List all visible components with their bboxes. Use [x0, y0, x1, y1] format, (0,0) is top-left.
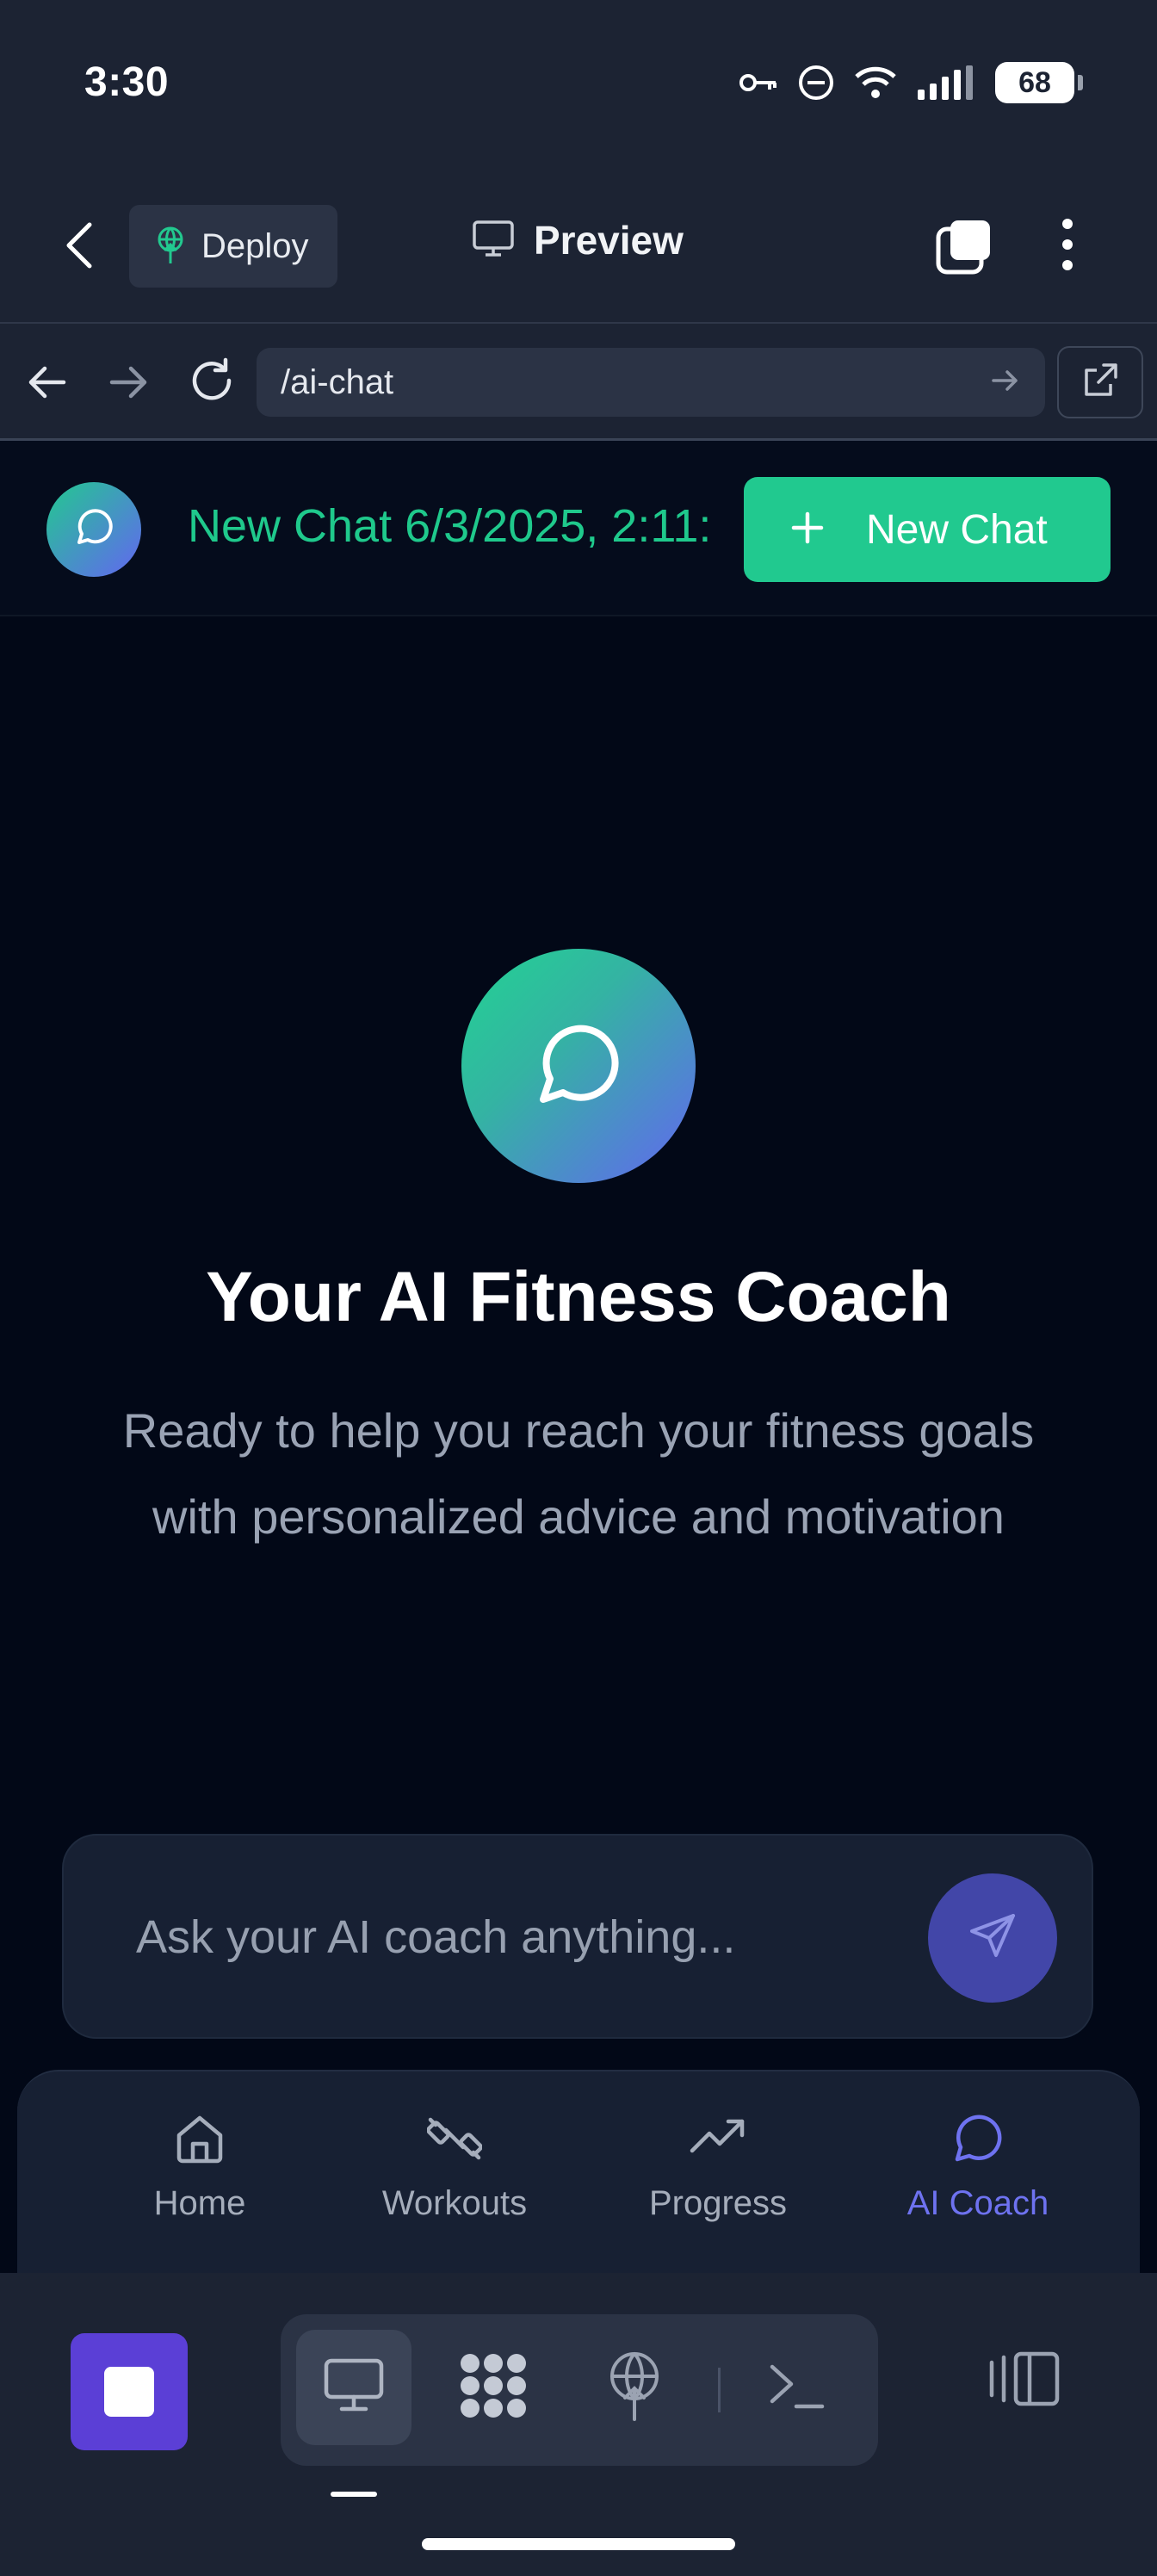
url-field[interactable]: /ai-chat — [257, 348, 1045, 417]
status-bar: 3:30 68 — [0, 0, 1157, 172]
chat-avatar — [46, 482, 141, 577]
chat-header: New Chat 6/3/2025, 2:11: New Chat — [0, 441, 1157, 616]
home-icon — [172, 2111, 227, 2170]
dock-terminal-button[interactable] — [739, 2330, 854, 2445]
stop-icon — [104, 2367, 154, 2417]
hero-subtitle: Ready to help you reach your fitness goa… — [122, 1403, 1035, 1544]
dock-group — [281, 2314, 878, 2466]
dock-active-indicator — [331, 2492, 377, 2497]
nav-item-progress[interactable]: Progress — [615, 2111, 821, 2223]
hero-chat-icon — [461, 949, 696, 1183]
trending-up-icon — [689, 2111, 747, 2170]
home-indicator — [422, 2538, 735, 2550]
send-icon — [967, 1910, 1018, 1966]
send-button[interactable] — [928, 1873, 1057, 2003]
new-chat-button[interactable]: New Chat — [744, 477, 1111, 582]
chat-input[interactable] — [136, 1894, 928, 1980]
tabs-button[interactable] — [935, 217, 993, 276]
key-icon — [739, 70, 778, 96]
dock-separator — [718, 2368, 721, 2412]
external-link-icon — [1081, 362, 1119, 404]
chat-title[interactable]: New Chat 6/3/2025, 2:11: — [188, 499, 756, 553]
chevron-left-icon — [64, 221, 95, 274]
status-time: 3:30 — [84, 59, 170, 105]
message-circle-icon — [531, 1017, 626, 1116]
nav-label-workouts: Workouts — [381, 2184, 528, 2222]
deploy-icon — [155, 226, 186, 268]
nav-label-progress: Progress — [648, 2184, 788, 2222]
top-toolbar: Deploy Preview — [0, 172, 1157, 322]
status-icons: 68 — [739, 62, 1083, 103]
app-content: New Chat 6/3/2025, 2:11: New Chat Your A… — [0, 441, 1157, 2273]
browser-back-button[interactable] — [21, 358, 72, 411]
nav-label-ai-coach: AI Coach — [906, 2184, 1049, 2222]
wifi-icon — [854, 65, 897, 100]
dock-preview-button[interactable] — [296, 2330, 411, 2445]
nav-item-home[interactable]: Home — [96, 2111, 303, 2223]
deploy-label: Deploy — [201, 226, 309, 265]
browser-forward-button[interactable] — [103, 358, 155, 411]
new-chat-label: New Chat — [866, 506, 1048, 553]
panel-icon[interactable] — [988, 2350, 1062, 2412]
more-vertical-icon — [1059, 217, 1076, 276]
dock-deploy-button[interactable] — [577, 2330, 692, 2445]
stop-button[interactable] — [71, 2333, 188, 2450]
apps-grid-icon — [456, 2351, 530, 2424]
signal-icon — [916, 65, 976, 100]
plus-icon — [789, 509, 826, 551]
dnd-icon — [797, 64, 835, 102]
terminal-icon — [767, 2360, 826, 2416]
deploy-icon — [606, 2350, 663, 2425]
preview-label: Preview — [534, 218, 684, 263]
message-circle-icon — [72, 506, 115, 554]
preview-title: Preview — [472, 217, 684, 263]
bottom-nav: Home Workouts Progress AI Coach — [17, 2070, 1140, 2273]
back-button[interactable] — [53, 217, 105, 277]
open-external-button[interactable] — [1057, 346, 1143, 418]
bottom-dock — [0, 2273, 1157, 2576]
go-arrow-icon[interactable] — [990, 368, 1021, 398]
browser-bar: /ai-chat — [0, 322, 1157, 441]
dock-apps-button[interactable] — [436, 2330, 551, 2445]
monitor-icon — [323, 2357, 385, 2418]
tabs-icon — [935, 220, 993, 279]
message-circle-icon — [950, 2111, 1005, 2170]
deploy-button[interactable]: Deploy — [129, 205, 337, 288]
url-value: /ai-chat — [281, 362, 394, 401]
reload-button[interactable] — [186, 355, 238, 411]
hero-title: Your AI Fitness Coach — [206, 1258, 951, 1336]
battery-icon: 68 — [995, 62, 1083, 103]
nav-label-home: Home — [153, 2184, 246, 2222]
monitor-icon — [472, 220, 515, 262]
nav-item-workouts[interactable]: Workouts — [351, 2111, 558, 2223]
dumbbell-icon — [426, 2111, 483, 2170]
chat-input-box — [62, 1834, 1093, 2039]
more-options-button[interactable] — [1042, 214, 1093, 279]
nav-item-ai-coach[interactable]: AI Coach — [875, 2111, 1081, 2223]
